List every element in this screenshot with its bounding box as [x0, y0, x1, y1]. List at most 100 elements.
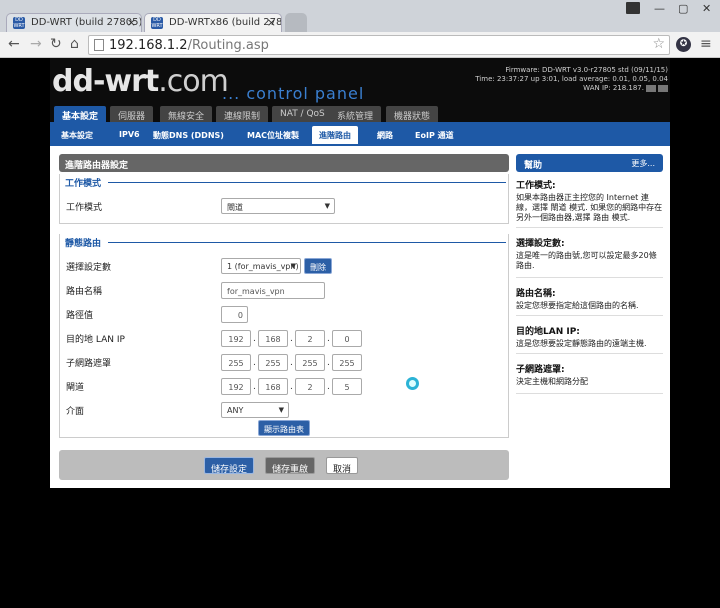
ip-dot: .: [290, 358, 293, 368]
mask-octet-1[interactable]: 255: [221, 354, 251, 371]
router-info: Firmware: DD-WRT v3.0-r27805 std (09/11/…: [475, 66, 668, 93]
window-close-icon[interactable]: ✕: [702, 2, 711, 15]
browser-tab-title: DD-WRT (build 27805) -: [31, 17, 142, 28]
address-bar[interactable]: 192.168.1.2/Routing.asp ☆: [88, 35, 670, 55]
dest-ip-octet-3[interactable]: 2: [295, 330, 325, 347]
interface-label: 介面: [66, 407, 85, 417]
dest-ip-octet-4[interactable]: 0: [332, 330, 362, 347]
section-title: 進階路由器設定: [59, 154, 509, 172]
back-arrow-icon[interactable]: ←: [8, 36, 20, 52]
dest-ip-octet-1[interactable]: 192: [221, 330, 251, 347]
ip-dot: .: [327, 382, 330, 392]
uptime-text: Time: 23:37:27 up 3:01, load average: 0.…: [475, 75, 668, 83]
metric-input[interactable]: 0: [221, 306, 248, 323]
work-mode-label: 工作模式: [66, 203, 103, 213]
wan-ip-text: WAN IP: 218.187.: [583, 84, 644, 92]
nav-sub-basic-setup[interactable]: 基本設定: [54, 126, 100, 144]
nav-main-administration[interactable]: 系統管理: [329, 106, 382, 122]
gateway-octet-3[interactable]: 2: [295, 378, 325, 395]
main-content: 進階路由器設定 工作模式 工作模式 閘道 ▼ 靜態路由 選擇設定數 1 (for_…: [59, 154, 509, 438]
work-mode-select[interactable]: 閘道 ▼: [221, 198, 335, 214]
nav-main-setup[interactable]: 基本設定: [54, 106, 107, 122]
mask-octet-3[interactable]: 255: [295, 354, 325, 371]
help-panel: 幫助 更多... 工作模式: 如果本路由器正主控您的 Internet 連線，選擇…: [516, 154, 663, 394]
loading-spinner-icon: [406, 377, 419, 390]
help-title: 幫助 更多...: [516, 154, 663, 172]
browser-tab-1[interactable]: DD WRT DD-WRT (build 27805) - ×: [6, 13, 142, 32]
minimize-icon[interactable]: —: [654, 2, 665, 15]
help-item: 目的地LAN IP: 這是您想要設定靜態路由的遠端主機.: [516, 324, 663, 354]
nav-sub-eoip[interactable]: EoIP 通道: [408, 126, 461, 144]
gateway-octet-4[interactable]: 5: [332, 378, 362, 395]
ddwrt-favicon-icon: DD WRT: [13, 17, 25, 29]
browser-toolbar: ← → ↻ ⌂ 192.168.1.2/Routing.asp ☆ ✪ ≡: [0, 32, 720, 58]
save-button[interactable]: 儲存設定: [204, 457, 255, 475]
cancel-button[interactable]: 取消: [326, 457, 359, 475]
close-tab-icon[interactable]: ×: [127, 16, 136, 29]
ip-dot: .: [253, 382, 256, 392]
bookmark-star-icon[interactable]: ☆: [652, 36, 665, 52]
work-mode-legend: 工作模式: [65, 179, 102, 189]
gateway-octet-2[interactable]: 168: [258, 378, 288, 395]
nav-main-access-restrictions[interactable]: 連線限制: [216, 106, 269, 122]
form-footer: 儲存設定 儲存重啟 取消: [59, 450, 509, 480]
maximize-icon[interactable]: ▢: [678, 2, 688, 15]
close-tab-icon[interactable]: ×: [267, 16, 276, 29]
show-routing-table-button[interactable]: 顯示路由表: [258, 420, 310, 436]
router-page: dd-wrt.com ... control panel Firmware: D…: [50, 58, 670, 488]
ip-dot: .: [327, 358, 330, 368]
page-header: dd-wrt.com ... control panel Firmware: D…: [50, 58, 670, 122]
nav-sub-networking[interactable]: 網路: [370, 126, 400, 144]
firmware-text: Firmware: DD-WRT v3.0-r27805 std (09/11/…: [505, 66, 668, 74]
delete-route-button[interactable]: 刪除: [304, 258, 332, 274]
reload-icon[interactable]: ↻: [50, 36, 62, 52]
nav-main-status[interactable]: 機器狀態: [386, 106, 439, 122]
mask-octet-2[interactable]: 255: [258, 354, 288, 371]
route-select[interactable]: 1 (for_mavis_vpn) ▼: [221, 258, 301, 274]
mask-octet-4[interactable]: 255: [332, 354, 362, 371]
ddwrt-logo: dd-wrt.com: [52, 64, 229, 99]
ddwrt-favicon-icon: DD WRT: [151, 17, 163, 29]
nav-main-nat-qos[interactable]: NAT / QoS: [272, 106, 333, 122]
dropdown-caret-icon: ▼: [290, 262, 296, 270]
nav-sub-ddns[interactable]: 動態DNS (DDNS): [146, 126, 231, 144]
menu-icon[interactable]: ≡: [700, 36, 712, 52]
dest-ip-label: 目的地 LAN IP: [66, 335, 125, 345]
nav-main-wireless-security[interactable]: 無線安全: [160, 106, 213, 122]
sub-nav: 基本設定 IPV6 動態DNS (DDNS) MAC位址複製 進階路由 網路 E…: [50, 122, 670, 146]
home-icon[interactable]: ⌂: [70, 36, 79, 52]
route-name-input[interactable]: for_mavis_vpn: [221, 282, 325, 299]
interface-select[interactable]: ANY ▼: [221, 402, 289, 418]
dest-ip-octet-2[interactable]: 168: [258, 330, 288, 347]
extension-icon[interactable]: ✪: [676, 37, 691, 52]
main-nav: 基本設定 伺服器 無線安全 連線限制 NAT / QoS 系統管理 機器狀態: [50, 104, 670, 122]
help-item: 選擇設定數: 這是唯一的路由號,您可以設定最多20條路由.: [516, 236, 663, 278]
route-select-label: 選擇設定數: [66, 263, 112, 273]
help-item: 路由名稱: 設定您想要指定給這個路由的名稱.: [516, 286, 663, 316]
static-route-fieldset: 靜態路由 選擇設定數 1 (for_mavis_vpn) ▼ 刪除 路由名稱 fo…: [59, 234, 509, 438]
ip-dot: .: [327, 334, 330, 344]
wan-ip-hidden-icon: [646, 84, 656, 92]
nav-sub-mac-clone[interactable]: MAC位址複製: [240, 126, 306, 144]
window-profile-icon[interactable]: [626, 2, 640, 14]
ip-dot: .: [253, 334, 256, 344]
dropdown-caret-icon: ▼: [324, 202, 330, 210]
wan-ip-hidden-icon: [658, 84, 668, 92]
new-tab-button[interactable]: [285, 13, 307, 32]
gateway-octet-1[interactable]: 192: [221, 378, 251, 395]
nav-sub-advanced-routing[interactable]: 進階路由: [312, 126, 358, 144]
legend-divider: [108, 182, 506, 183]
browser-tab-title: DD-WRTx86 (build 2780: [169, 17, 282, 28]
route-name-label: 路由名稱: [66, 287, 103, 297]
nav-main-services[interactable]: 伺服器: [110, 106, 154, 122]
ip-dot: .: [290, 334, 293, 344]
help-more-link[interactable]: 更多...: [631, 158, 655, 169]
apply-button[interactable]: 儲存重啟: [265, 457, 316, 475]
control-panel-tagline: ... control panel: [222, 84, 365, 103]
ip-dot: .: [253, 358, 256, 368]
help-item: 工作模式: 如果本路由器正主控您的 Internet 連線，選擇 閘道 模式. …: [516, 178, 663, 228]
browser-tab-2[interactable]: DD WRT DD-WRTx86 (build 2780 ×: [144, 13, 282, 32]
forward-arrow-icon[interactable]: →: [30, 36, 42, 52]
browser-tab-bar: DD WRT DD-WRT (build 27805) - × DD WRT DD-…: [0, 0, 720, 32]
nav-sub-ipv6[interactable]: IPV6: [112, 126, 147, 144]
